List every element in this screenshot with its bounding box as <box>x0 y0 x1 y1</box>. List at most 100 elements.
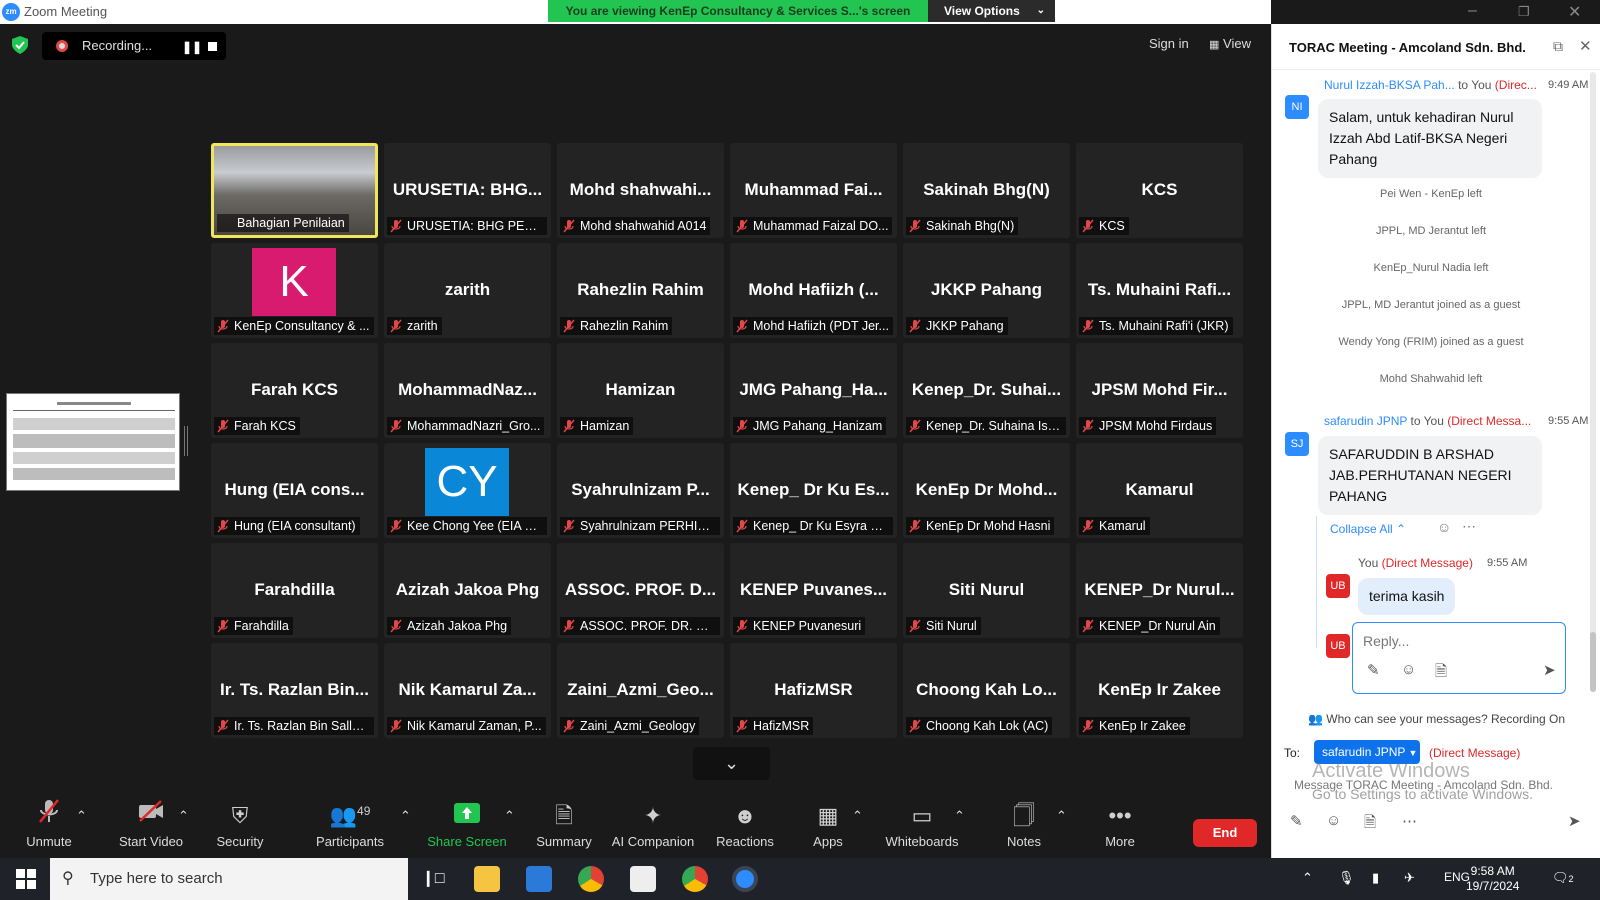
mail-icon[interactable] <box>630 866 656 892</box>
participant-tile[interactable]: Nik Kamarul Za... Nik Kamarul Zaman, P... <box>384 643 551 738</box>
participant-tile[interactable]: Farah KCS Farah KCS <box>211 343 378 438</box>
participant-tile[interactable]: JKKP Pahang JKKP Pahang <box>903 243 1070 338</box>
participant-tile[interactable]: Zaini_Azmi_Geo... Zaini_Azmi_Geology <box>557 643 724 738</box>
reactions-button[interactable]: ☻ Reactions <box>712 798 778 858</box>
participant-tile[interactable]: Kenep_ Dr Ku Es... Kenep_ Dr Ku Esyra Ha.… <box>730 443 897 538</box>
notes-button[interactable]: 🗍 Notes <box>1004 798 1044 858</box>
minimize-icon[interactable]: – <box>1468 2 1477 20</box>
sign-in-link[interactable]: Sign in <box>1149 36 1189 51</box>
participant-tile[interactable]: MohammadNaz... MohammadNazri_Gro... <box>384 343 551 438</box>
notification-icon[interactable]: 🗨2 <box>1552 870 1574 886</box>
who-can-see-messages[interactable]: 👥 Who can see your messages? Recording O… <box>1272 712 1600 726</box>
file-explorer-icon[interactable] <box>474 866 500 892</box>
message-sender[interactable]: safarudin JPNP to You (Direct Messa... <box>1324 414 1531 428</box>
system-message: Wendy Yong (FRIM) joined as a guest <box>1338 336 1524 348</box>
participant-tile[interactable]: Ts. Muhaini Rafi... Ts. Muhaini Rafi'i (J… <box>1076 243 1243 338</box>
participant-tile[interactable]: KenEp Dr Mohd... KenEp Dr Mohd Hasni <box>903 443 1070 538</box>
battery-icon[interactable]: ▮ <box>1372 870 1379 886</box>
unmute-button[interactable]: Unmute <box>18 798 80 858</box>
participant-tile[interactable]: Muhammad Fai... Muhammad Faizal DO... <box>730 143 897 238</box>
participant-tile[interactable]: Mohd Hafiizh (... Mohd Hafiizh (PDT Jer..… <box>730 243 897 338</box>
pop-out-icon[interactable]: ⧉ <box>1553 38 1563 55</box>
view-options-button[interactable]: View Options ⌄ <box>928 0 1055 22</box>
network-icon[interactable]: ✈ <box>1404 870 1415 886</box>
participant-tile[interactable]: Ir. Ts. Razlan Bin... Ir. Ts. Razlan Bin … <box>211 643 378 738</box>
participant-tile[interactable]: Hung (EIA cons... Hung (EIA consultant) <box>211 443 378 538</box>
participant-tile[interactable]: Kamarul Kamarul <box>1076 443 1243 538</box>
participant-tile[interactable]: JPSM Mohd Fir... JPSM Mohd Firdaus <box>1076 343 1243 438</box>
participant-tile[interactable]: JMG Pahang_Ha... JMG Pahang_Hanizam <box>730 343 897 438</box>
shared-screen-thumbnail[interactable] <box>6 393 180 491</box>
more-options-icon[interactable]: ⋯ <box>1462 518 1476 535</box>
next-page-chevron-icon[interactable]: ⌄ <box>693 747 770 780</box>
more-button[interactable]: ••• More <box>1098 798 1142 858</box>
participant-tile[interactable]: KenEp Ir Zakee KenEp Ir Zakee <box>1076 643 1243 738</box>
participants-button[interactable]: 👥49 Participants <box>312 798 388 858</box>
file-icon[interactable]: 🗎 <box>1435 661 1447 686</box>
security-button[interactable]: ⛨ Security <box>210 798 270 858</box>
chrome-icon[interactable] <box>578 866 604 892</box>
more-options-icon[interactable]: ⋯ <box>1402 812 1417 830</box>
participant-tile[interactable]: KCS KCS <box>1076 143 1243 238</box>
whiteboards-button[interactable]: ▭ Whiteboards <box>880 798 964 858</box>
shield-icon[interactable] <box>12 36 28 54</box>
chat-scrollbar[interactable] <box>1590 72 1596 692</box>
participant-tile[interactable]: Mohd shahwahi... Mohd shahwahid A014 <box>557 143 724 238</box>
participant-tile[interactable]: KENEP Puvanes... KENEP Puvanesuri <box>730 543 897 638</box>
summary-button[interactable]: 🗎 Summary <box>532 798 596 858</box>
restore-icon[interactable]: ❐ <box>1518 4 1530 20</box>
participant-tile[interactable]: zarith zarith <box>384 243 551 338</box>
end-meeting-button[interactable]: End <box>1193 819 1257 847</box>
chevron-up-icon[interactable]: ⌃ <box>1302 870 1313 886</box>
participant-tile[interactable]: URUSETIA: BHG... URUSETIA: BHG PENIL... <box>384 143 551 238</box>
participant-tile[interactable]: K KenEp Consultancy & ... <box>211 243 378 338</box>
participant-tile[interactable]: Sakinah Bhg(N) Sakinah Bhg(N) <box>903 143 1070 238</box>
participant-tile[interactable]: Kenep_Dr. Suhai... Kenep_Dr. Suhaina Ism.… <box>903 343 1070 438</box>
participant-tile[interactable]: CY Kee Chong Yee (EIA Co... <box>384 443 551 538</box>
stop-icon[interactable] <box>208 42 217 51</box>
format-icon[interactable]: ✎ <box>1290 812 1303 830</box>
emoji-icon[interactable]: ☺ <box>1326 812 1341 829</box>
share-screen-button[interactable]: Share Screen <box>426 798 508 858</box>
participant-name-label: Muhammad Faizal DO... <box>733 217 893 235</box>
windows-start-icon[interactable] <box>16 869 36 889</box>
collapse-all-link[interactable]: Collapse All ⌃ <box>1330 522 1406 536</box>
zoom-taskbar-icon[interactable] <box>732 866 758 892</box>
send-icon[interactable]: ➤ <box>1568 812 1581 830</box>
participant-tile[interactable]: ASSOC. PROF. D... ASSOC. PROF. DR. HA... <box>557 543 724 638</box>
pause-icon[interactable]: ❚❚ <box>182 40 202 54</box>
ai-companion-button[interactable]: ✦ AI Companion <box>610 798 696 858</box>
add-reaction-icon[interactable]: ☺ <box>1437 519 1451 535</box>
emoji-icon[interactable]: ☺ <box>1401 661 1416 678</box>
reaction-smile-icon: ☻ <box>733 803 757 828</box>
chrome-profile-icon[interactable] <box>682 866 708 892</box>
taskbar-search[interactable]: ⚲ Type here to search <box>50 858 408 900</box>
participant-tile[interactable]: Rahezlin Rahim Rahezlin Rahim <box>557 243 724 338</box>
close-chat-icon[interactable]: ✕ <box>1579 37 1592 55</box>
resize-handle[interactable] <box>184 426 188 456</box>
participant-tile[interactable]: Farahdilla Farahdilla <box>211 543 378 638</box>
apps-button[interactable]: ▦ Apps <box>806 798 850 858</box>
reply-input[interactable]: Reply... ✎ ☺ 🗎 ➤ <box>1352 622 1566 694</box>
participant-tile[interactable]: KENEP_Dr Nurul... KENEP_Dr Nurul Ain <box>1076 543 1243 638</box>
participant-tile[interactable]: Siti Nurul Siti Nurul <box>903 543 1070 638</box>
participant-tile[interactable]: HafizMSR HafizMSR <box>730 643 897 738</box>
file-icon[interactable]: 🗎 <box>1364 812 1376 837</box>
participant-name-label: KenEp Ir Zakee <box>1079 717 1190 735</box>
participant-tile[interactable]: Bahagian Penilaian <box>211 143 378 238</box>
message-sender[interactable]: You (Direct Message) <box>1358 556 1473 570</box>
clock[interactable]: 9:58 AM 19/7/2024 <box>1466 864 1519 894</box>
participant-tile[interactable]: Choong Kah Lo... Choong Kah Lok (AC) <box>903 643 1070 738</box>
send-icon[interactable]: ➤ <box>1543 661 1556 679</box>
message-sender[interactable]: Nurul Izzah-BKSA Pah... to You (Direc... <box>1324 78 1537 92</box>
close-icon[interactable]: ✕ <box>1568 2 1581 22</box>
participant-tile[interactable]: Hamizan Hamizan <box>557 343 724 438</box>
view-button[interactable]: ▦ View <box>1209 36 1251 51</box>
mic-icon[interactable]: 🎙 <box>1338 870 1355 886</box>
participant-tile[interactable]: Azizah Jakoa Phg Azizah Jakoa Phg <box>384 543 551 638</box>
avatar: SJ <box>1285 432 1309 456</box>
format-icon[interactable]: ✎ <box>1367 661 1380 679</box>
participant-tile[interactable]: Syahrulnizam P... Syahrulnizam PERHILI... <box>557 443 724 538</box>
task-view-icon[interactable]: ❙□ <box>420 866 446 892</box>
store-icon[interactable] <box>526 866 552 892</box>
